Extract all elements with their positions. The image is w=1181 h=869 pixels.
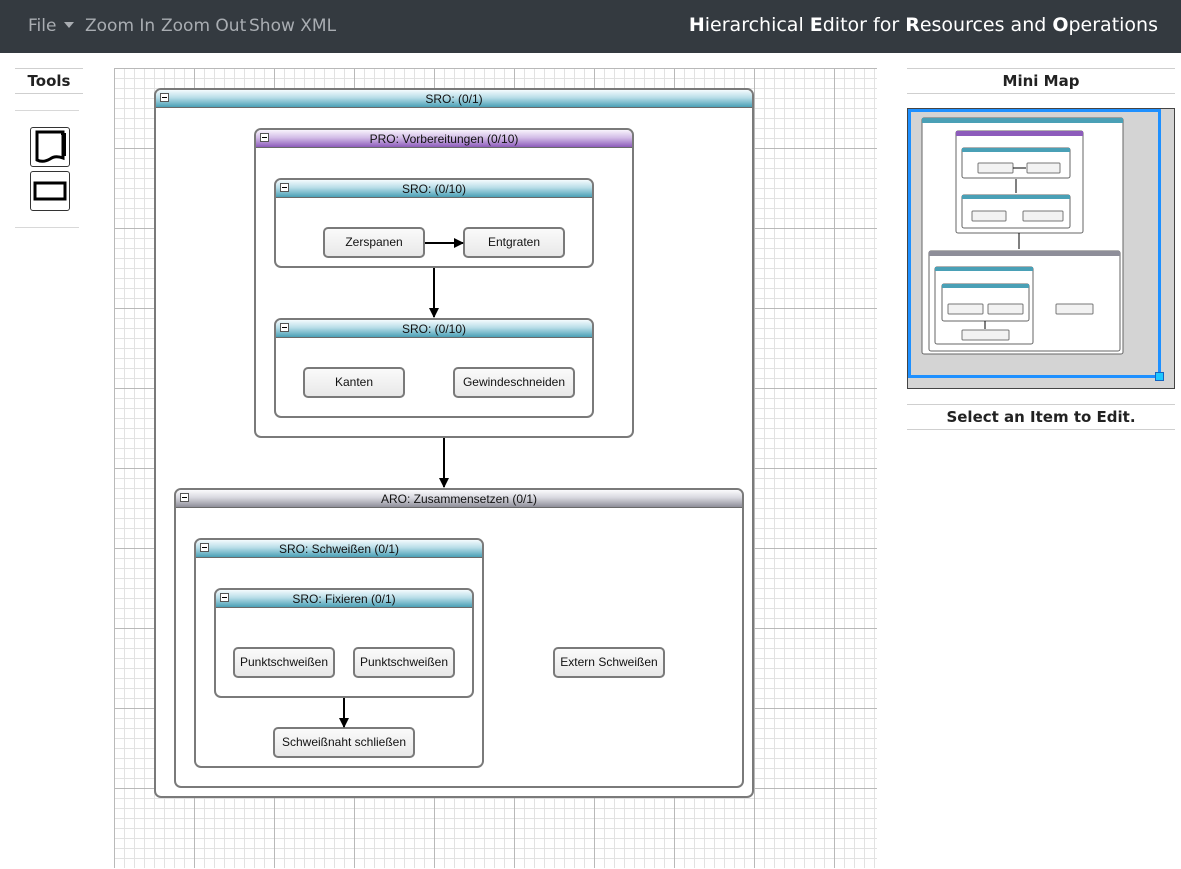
minimap-title: Mini Map [907,68,1175,94]
collapse-icon[interactable] [180,493,189,502]
diagram-canvas[interactable]: SRO: (0/1) PRO: Vorbereitungen (0/10) SR… [114,68,877,868]
node-gewindeschneiden[interactable]: Gewindeschneiden [453,367,575,398]
group-title: SRO: Fixieren (0/1) [292,592,396,606]
collapse-icon[interactable] [280,183,289,192]
brand-initial-h: H [688,14,705,36]
zoom-out-button[interactable]: Zoom Out [161,16,246,36]
tools-title: Tools [15,68,83,94]
rectangle-shape-tool[interactable] [30,171,70,211]
group-header[interactable]: SRO: (0/1) [156,90,752,108]
document-shape-icon [35,130,66,163]
group-sro-fixieren[interactable]: SRO: Fixieren (0/1) [214,588,474,698]
zoom-in-button[interactable]: Zoom In [85,16,155,36]
chevron-down-icon[interactable] [64,22,75,28]
group-header[interactable]: PRO: Vorbereitungen (0/10) [256,130,632,148]
group-header[interactable]: SRO: (0/10) [276,320,592,338]
node-schweissnaht-schliessen[interactable]: Schweißnaht schließen [273,727,415,758]
group-header[interactable]: SRO: (0/10) [276,180,592,198]
group-header[interactable]: SRO: Schweißen (0/1) [196,540,482,558]
brand-rest-o: perations [1068,14,1159,36]
rectangle-shape-icon [33,181,67,201]
collapse-icon[interactable] [260,133,269,142]
node-punktschweissen-1[interactable]: Punktschweißen [233,647,335,678]
collapse-icon[interactable] [220,593,229,602]
brand-rest-e: ditor for [822,14,906,36]
group-title: SRO: (0/1) [425,92,483,106]
brand-initial-e: E [809,14,823,36]
minimap-viewport[interactable] [908,109,1161,378]
document-shape-tool[interactable] [30,127,70,167]
group-title: SRO: (0/10) [401,182,467,196]
minimap[interactable] [907,108,1175,389]
edit-panel-prompt: Select an Item to Edit. [907,404,1175,430]
collapse-icon[interactable] [200,543,209,552]
brand-rest-h: ierarchical [704,14,810,36]
collapse-icon[interactable] [160,93,169,102]
show-xml-button[interactable]: Show XML [249,16,336,36]
collapse-icon[interactable] [280,323,289,332]
file-menu[interactable]: File [28,16,75,36]
node-extern-schweissen[interactable]: Extern Schweißen [553,647,665,678]
minimap-resize-handle[interactable] [1155,372,1164,381]
group-header[interactable]: ARO: Zusammensetzen (0/1) [176,490,742,508]
group-title: PRO: Vorbereitungen (0/10) [369,132,519,146]
brand-initial-o: O [1052,14,1069,36]
brand-initial-r: R [905,14,920,36]
tools-divider [15,227,79,228]
tools-divider [15,110,79,111]
group-header[interactable]: SRO: Fixieren (0/1) [216,590,472,608]
brand-rest-r: esources and [919,14,1053,36]
top-navbar: File Zoom In Zoom Out Show XML Hierarchi… [0,0,1181,53]
app-title: Hierarchical Editor for Resources and Op… [689,14,1158,36]
node-zerspanen[interactable]: Zerspanen [323,227,425,258]
node-punktschweissen-2[interactable]: Punktschweißen [353,647,455,678]
file-menu-label[interactable]: File [28,16,56,36]
group-title: ARO: Zusammensetzen (0/1) [380,492,538,506]
node-entgraten[interactable]: Entgraten [463,227,565,258]
group-title: SRO: Schweißen (0/1) [278,542,400,556]
node-kanten[interactable]: Kanten [303,367,405,398]
group-title: SRO: (0/10) [401,322,467,336]
